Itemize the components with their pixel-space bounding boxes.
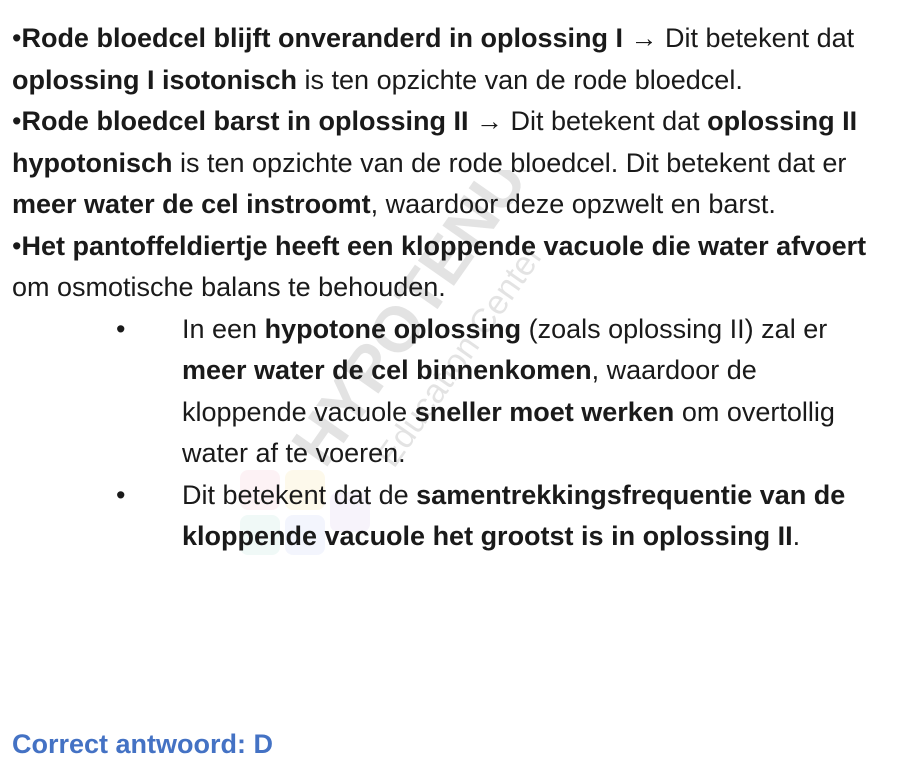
text: is ten opzichte van de rode bloedcel. [297, 64, 743, 95]
text: → Dit betekent dat [623, 23, 855, 53]
sub-bullet-hypotonic: • In een hypotone oplossing (zoals oploss… [12, 309, 882, 475]
bold-text: sneller moet werken [414, 396, 675, 427]
bullet: • [116, 313, 126, 344]
paragraph-paramecium: •Het pantoffeldiertje heeft een kloppend… [12, 226, 896, 309]
text: (zoals oplossing II) zal er [521, 313, 828, 344]
text: , waardoor deze opzwelt en barst. [370, 189, 776, 219]
text: is ten opzichte van de rode bloedcel. Di… [172, 147, 847, 178]
bold-text: hypotone oplossing [264, 313, 522, 344]
sub-bullet-conclusion: • Dit betekent dat de samentrekkingsfrequ… [12, 475, 882, 558]
bold-text: meer water de cel binnenkomen [182, 355, 592, 385]
text: Dit betekent dat de [182, 479, 417, 510]
bold-text: Het pantoffeldiertje heeft een kloppende… [21, 230, 867, 261]
bold-text: meer water de cel instroomt [12, 189, 371, 219]
text: In een [182, 313, 265, 344]
bold-text: Rode bloedcel blijft onveranderd in oplo… [21, 23, 624, 53]
text: om osmotische balans te behouden. [12, 272, 446, 302]
paragraph-red-cell-solution-1: •Rode bloedcel blijft onveranderd in opl… [12, 18, 896, 101]
content: • Rode bloedcel blijft onveranderd in opl… [12, 18, 896, 558]
text: . [792, 521, 801, 551]
bold-text: Rode bloedcel barst in oplossing II [21, 106, 469, 136]
bullet: • [116, 479, 126, 510]
paragraph-red-cell-solution-2: •Rode bloedcel barst in oplossing II → D… [12, 101, 896, 226]
text: → Dit betekent dat [468, 106, 708, 136]
bold-text: oplossing I isotonisch [12, 64, 298, 95]
correct-answer: Correct antwoord: D [12, 729, 274, 759]
